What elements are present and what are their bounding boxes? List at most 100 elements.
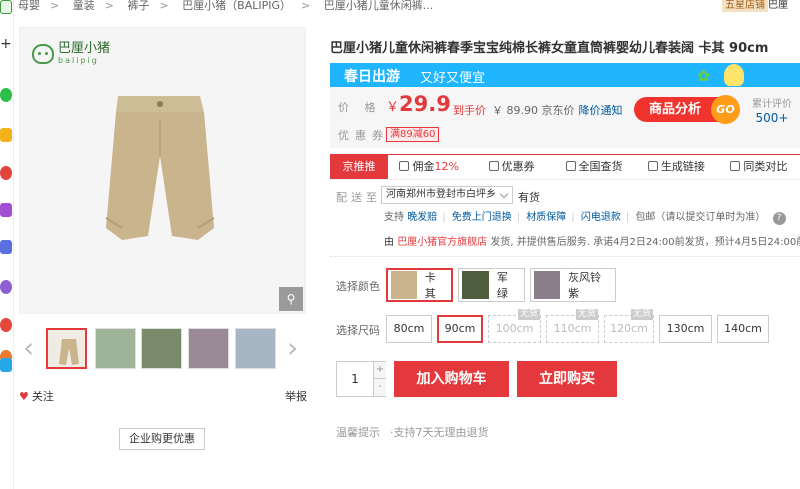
report-link[interactable]: 举报 xyxy=(285,388,307,404)
flower-decoration-icon xyxy=(724,64,744,86)
service-link[interactable]: 免费上门退换 xyxy=(452,212,512,223)
thumbnail-item[interactable] xyxy=(46,328,87,369)
enterprise-purchase-button[interactable]: 企业购更优惠 xyxy=(119,428,205,450)
affiliate-toolbar: 京推推 佣金12% 优惠券 全国查货 生成链接 同类对比 xyxy=(330,154,800,180)
app-purple-icon[interactable] xyxy=(0,203,12,217)
toolbar-highlight: 12% xyxy=(434,160,459,173)
thumbnail-item[interactable] xyxy=(235,328,276,369)
app-star-icon[interactable] xyxy=(0,128,12,142)
toolbar-tab-commission[interactable]: 佣金12% xyxy=(388,155,470,179)
service-prefix: 支持 xyxy=(384,212,404,223)
coupon-tag[interactable]: 满89减60 xyxy=(386,127,440,142)
thumbnail-item[interactable] xyxy=(188,328,229,369)
breadcrumb-item[interactable]: 母婴 xyxy=(18,0,40,12)
shipping-label: 配送至 xyxy=(336,191,381,204)
promise-prefix: 由 xyxy=(384,237,394,248)
prev-thumb-arrow-icon[interactable]: ‹ xyxy=(23,334,34,362)
address-select[interactable]: 河南郑州市登封市白坪乡 xyxy=(381,186,513,204)
buy-now-button[interactable]: 立即购买 xyxy=(517,361,617,397)
app-green-icon[interactable] xyxy=(0,88,12,102)
add-to-cart-button[interactable]: 加入购物车 xyxy=(394,361,509,397)
thumbnail-item[interactable] xyxy=(95,328,136,369)
link-icon xyxy=(647,161,658,171)
size-option[interactable]: 80cm xyxy=(386,315,432,343)
toolbar-label: 优惠券 xyxy=(501,160,535,173)
toolbar-tab-compare[interactable]: 同类对比 xyxy=(718,155,800,179)
service-link[interactable]: 材质保障 xyxy=(526,212,566,223)
follow-button[interactable]: ♥ 关注 xyxy=(19,388,54,404)
breadcrumb-item[interactable]: 裤子 xyxy=(127,0,149,12)
price-label: 价 格 xyxy=(338,101,382,114)
price-box: 价 格 ￥29.9 到手价 ￥ 89.90 京东价 降价通知 商品分析 GO 累计评… xyxy=(330,87,800,148)
app-share-icon[interactable] xyxy=(0,166,12,180)
shop-name-link[interactable]: 巴厘 xyxy=(768,0,788,12)
color-option-label: 灰风铃紫 xyxy=(568,271,602,300)
size-option[interactable]: 140cm xyxy=(717,315,769,343)
product-analysis-button[interactable]: 商品分析 GO xyxy=(634,95,740,124)
toolbar-tab-generate-link[interactable]: 生成链接 xyxy=(635,155,717,179)
color-option-lavender[interactable]: 灰风铃紫 xyxy=(530,268,616,302)
app-dot-icon[interactable] xyxy=(0,280,12,294)
app-red-icon[interactable] xyxy=(0,318,12,332)
lavender-swatch xyxy=(534,271,561,299)
heart-icon: ♥ xyxy=(19,390,29,403)
breadcrumb: 母婴 > 童装 > 裤子 > 巴厘小猪（BALIPIG） > 巴厘小猪儿童休闲裤... xyxy=(18,0,434,12)
size-option[interactable]: 100cm 无货 xyxy=(488,309,541,343)
shop-rating-badge: 五星店铺 xyxy=(722,0,768,12)
quantity-input[interactable]: 1 xyxy=(337,362,373,396)
out-of-stock-tag: 无货 xyxy=(517,309,540,320)
clover-icon: ✿ xyxy=(697,67,710,85)
home-icon[interactable] xyxy=(0,0,12,14)
next-thumb-arrow-icon[interactable]: › xyxy=(287,334,298,362)
app-blue-icon[interactable] xyxy=(0,358,12,372)
out-of-stock-tag: 无货 xyxy=(630,309,653,320)
toolbar-tab-coupon[interactable]: 优惠券 xyxy=(470,155,552,179)
store-link[interactable]: 巴厘小猪官方旗舰店 xyxy=(397,237,487,248)
ticket-icon xyxy=(488,161,499,171)
toolbar-label: 生成链接 xyxy=(660,160,705,173)
hand-price-label: 到手价 xyxy=(453,104,486,117)
color-option-khaki[interactable]: 卡其 xyxy=(386,268,453,302)
tips-label: 温馨提示 xyxy=(336,426,380,439)
main-product-image[interactable]: 巴厘小猪 balipig ⚲ xyxy=(19,27,306,314)
size-label: 选择尺码 xyxy=(336,324,380,337)
app-chart-icon[interactable] xyxy=(0,240,12,254)
khaki-pants-image xyxy=(105,96,215,240)
size-option[interactable]: 110cm 无货 xyxy=(546,309,599,343)
toolbar-tab-jingtuitui[interactable]: 京推推 xyxy=(330,155,388,179)
color-option-label: 军绿 xyxy=(496,271,508,300)
review-summary[interactable]: 累计评价 500+ xyxy=(752,95,792,125)
toolbar-label: 佣金 xyxy=(412,160,435,173)
follow-label: 关注 xyxy=(31,390,54,403)
stock-status: 有货 xyxy=(518,191,540,204)
service-link[interactable]: 闪电退款 xyxy=(581,212,621,223)
product-title: 巴厘小猪儿童休闲裤春季宝宝纯棉长裤女童直筒裤婴幼儿春装阔 卡其 90cm xyxy=(330,41,769,56)
size-option[interactable]: 120cm 无货 xyxy=(604,309,654,343)
promo-banner[interactable]: 春日出游 又好又便宜 ✿ xyxy=(330,63,800,87)
coupon-label: 优惠券 xyxy=(338,129,389,142)
quantity-minus-button[interactable]: - xyxy=(373,379,386,396)
scan-icon xyxy=(565,161,576,171)
tips-row: 温馨提示 ·支持7天无理由退货 xyxy=(336,424,489,440)
thumbnail-item[interactable] xyxy=(141,328,182,369)
size-option-label: 110cm xyxy=(553,322,592,335)
breadcrumb-item[interactable]: 巴厘小猪（BALIPIG） xyxy=(182,0,291,12)
size-option[interactable]: 130cm xyxy=(659,315,712,343)
wallet-icon xyxy=(399,161,410,171)
quantity-stepper: 1 + - xyxy=(336,361,386,397)
help-icon[interactable]: ? xyxy=(772,212,786,225)
breadcrumb-item[interactable]: 童装 xyxy=(73,0,95,12)
plus-icon[interactable]: + xyxy=(0,37,12,52)
thumbnail-strip: ‹ › xyxy=(19,326,306,372)
color-option-label: 卡其 xyxy=(424,271,436,300)
toolbar-label: 京推推 xyxy=(342,160,376,173)
price-notify-link[interactable]: 降价通知 xyxy=(578,104,622,117)
quantity-plus-button[interactable]: + xyxy=(373,362,386,379)
service-link[interactable]: 晚发赔 xyxy=(407,212,437,223)
color-option-army-green[interactable]: 军绿 xyxy=(458,268,525,302)
jd-price-text: ￥ 89.90 京东价 xyxy=(492,104,575,117)
zoom-icon[interactable]: ⚲ xyxy=(279,287,303,311)
size-option[interactable]: 90cm xyxy=(437,315,483,343)
color-label: 选择颜色 xyxy=(336,280,380,293)
toolbar-tab-stock-check[interactable]: 全国查货 xyxy=(553,155,635,179)
